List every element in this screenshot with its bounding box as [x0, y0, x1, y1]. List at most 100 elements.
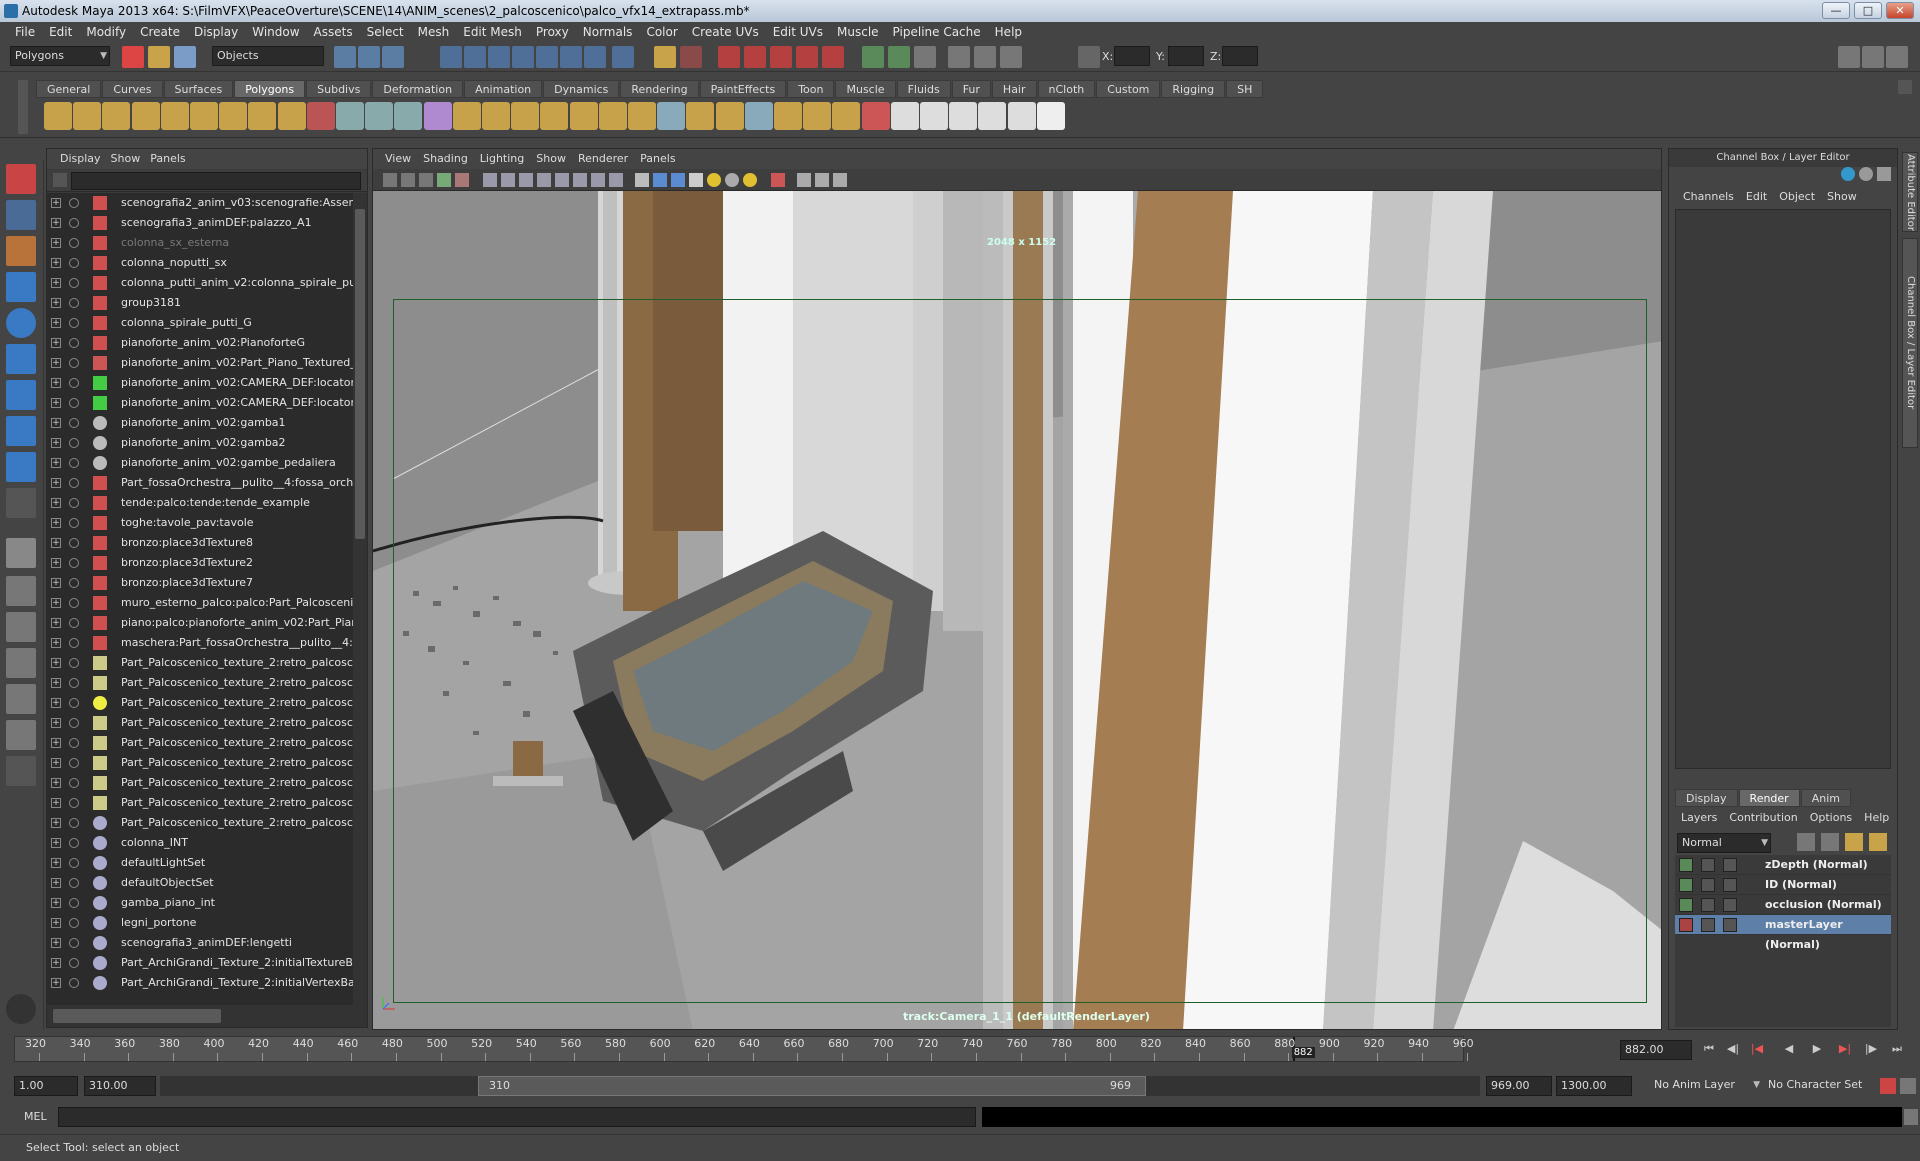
expand-toggle-icon[interactable]: + — [51, 758, 61, 768]
outliner-row[interactable]: + bronzo:place3dTexture7 — [47, 573, 353, 593]
sel-input-icon[interactable] — [862, 46, 884, 68]
soft-mod-tool-icon[interactable] — [6, 416, 36, 446]
shelf-tab-deformation[interactable]: Deformation — [372, 80, 464, 98]
expand-toggle-icon[interactable]: + — [51, 418, 61, 428]
expand-toggle-icon[interactable]: + — [51, 518, 61, 528]
input-ops-icon[interactable] — [680, 46, 702, 68]
camera-attributes-icon[interactable] — [401, 173, 415, 187]
expand-toggle-icon[interactable]: + — [51, 838, 61, 848]
expand-toggle-icon[interactable]: + — [51, 338, 61, 348]
menu-select[interactable]: Select — [360, 22, 411, 42]
transform-icon[interactable] — [974, 46, 996, 68]
visibility-dot-icon[interactable] — [69, 918, 79, 928]
open-scene-icon[interactable] — [148, 46, 170, 68]
share-icon[interactable] — [833, 173, 847, 187]
expand-toggle-icon[interactable]: + — [51, 458, 61, 468]
outliner-row[interactable]: + pianoforte_anim_v02:gamba2 — [47, 433, 353, 453]
extract-icon[interactable] — [394, 102, 423, 130]
poly-helix-icon[interactable] — [277, 102, 306, 130]
recycle-icon[interactable] — [1701, 878, 1715, 892]
outliner-row[interactable]: + group3181 — [47, 293, 353, 313]
menu-window[interactable]: Window — [245, 22, 306, 42]
outliner-row[interactable]: + Part_Palcoscenico_texture_2:retro_palco… — [47, 693, 353, 713]
outliner-menu-show[interactable]: Show — [106, 149, 146, 169]
expand-toggle-icon[interactable]: + — [51, 578, 61, 588]
separate-icon[interactable] — [365, 102, 394, 130]
safe-title-icon[interactable] — [609, 173, 623, 187]
use-all-lights-icon[interactable] — [707, 173, 721, 187]
menu-modify[interactable]: Modify — [79, 22, 133, 42]
xray-icon[interactable] — [797, 173, 811, 187]
save-scene-icon[interactable] — [174, 46, 196, 68]
outliner-row[interactable]: + Part_Palcoscenico_texture_2:retro_palco… — [47, 733, 353, 753]
hypershade-icon[interactable] — [822, 46, 844, 68]
persp-graph-layout-icon[interactable] — [6, 648, 36, 678]
resolution-gate-icon[interactable] — [537, 173, 551, 187]
visibility-dot-icon[interactable] — [69, 858, 79, 868]
shelf-tab-surfaces[interactable]: Surfaces — [163, 80, 234, 98]
offset-edge-loop-icon[interactable] — [598, 102, 627, 130]
help-icon[interactable] — [612, 46, 634, 68]
layer-menu-help[interactable]: Help — [1858, 809, 1895, 827]
select-component-icon[interactable] — [382, 46, 404, 68]
layout-icon[interactable] — [1000, 46, 1022, 68]
render-icon-icon[interactable] — [1036, 102, 1065, 130]
shelf-tab-muscle[interactable]: Muscle — [835, 80, 896, 98]
shelf-tab-sh[interactable]: SH — [1226, 80, 1264, 98]
smooth-icon[interactable] — [423, 102, 452, 130]
menu-edit-mesh[interactable]: Edit Mesh — [456, 22, 529, 42]
outliner-row[interactable]: + Part_Palcoscenico_texture_2:retro_palco… — [47, 713, 353, 733]
outliner-row[interactable]: + toghe:tavole_pav:tavole — [47, 513, 353, 533]
hscrollbar-thumb[interactable] — [53, 1009, 221, 1023]
shelf-tab-dynamics[interactable]: Dynamics — [543, 80, 620, 98]
image-plane-icon[interactable] — [437, 173, 451, 187]
persp-outliner-layout-icon[interactable] — [6, 612, 36, 642]
layer-menu-layers[interactable]: Layers — [1675, 809, 1723, 827]
boolean-icon[interactable] — [452, 102, 481, 130]
visibility-dot-icon[interactable] — [69, 938, 79, 948]
outliner-row[interactable]: + maschera:Part_fossaOrchestra__pulito__4… — [47, 633, 353, 653]
menu-mesh[interactable]: Mesh — [411, 22, 457, 42]
outliner-row[interactable]: + colonna_INT — [47, 833, 353, 853]
expand-toggle-icon[interactable]: + — [51, 378, 61, 388]
visibility-dot-icon[interactable] — [69, 978, 79, 988]
poly-torus-icon[interactable] — [190, 102, 218, 130]
outliner-row[interactable]: + pianoforte_anim_v02:Part_Piano_Textured… — [47, 353, 353, 373]
outliner-row[interactable]: + pianoforte_anim_v02:CAMERA_DEF:locator1 — [47, 373, 353, 393]
visibility-dot-icon[interactable] — [69, 198, 79, 208]
expand-toggle-icon[interactable]: + — [51, 498, 61, 508]
lock-icon[interactable] — [654, 46, 676, 68]
render-settings-icon[interactable] — [1723, 858, 1737, 872]
outliner-row[interactable]: + colonna_spirale_putti_G — [47, 313, 353, 333]
layer-menu-options[interactable]: Options — [1804, 809, 1858, 827]
channel-box-toggle-icon[interactable] — [1886, 46, 1908, 68]
outliner-row[interactable]: + Part_ArchiGrandi_Texture_2:initialVerte… — [47, 973, 353, 993]
render-settings-icon[interactable] — [796, 46, 818, 68]
layer-down-icon[interactable] — [1869, 833, 1887, 851]
outliner-row[interactable]: + bronzo:place3dTexture8 — [47, 533, 353, 553]
auto-key-icon[interactable] — [1880, 1078, 1896, 1094]
outliner-search-input[interactable] — [71, 172, 361, 190]
y-field[interactable] — [1168, 46, 1204, 66]
sculpt-icon[interactable] — [861, 102, 890, 130]
render-current-icon[interactable] — [744, 46, 766, 68]
construction-history-icon[interactable] — [718, 46, 740, 68]
menu-proxy[interactable]: Proxy — [529, 22, 576, 42]
isolate-select-icon[interactable] — [771, 173, 785, 187]
wireframe-icon[interactable] — [483, 173, 497, 187]
scene-render[interactable]: 2048 x 1152 track:Camera_1_1 (defaultRen… — [373, 191, 1661, 1029]
expand-toggle-icon[interactable]: + — [51, 438, 61, 448]
channel-menu-edit[interactable]: Edit — [1740, 187, 1773, 207]
poly-plane-icon[interactable] — [160, 102, 189, 130]
viewport-menu-shading[interactable]: Shading — [417, 149, 474, 169]
layer-tab-display[interactable]: Display — [1675, 789, 1738, 807]
x-field[interactable] — [1114, 46, 1150, 66]
perspective-viewport[interactable]: View Shading Lighting Show Renderer Panels — [372, 148, 1662, 1030]
filter-icon[interactable] — [53, 173, 67, 187]
step-forward-button[interactable]: |▶ — [1862, 1042, 1880, 1058]
outliner-row[interactable]: + muro_esterno_palco:palco:Part_Palcoscen… — [47, 593, 353, 613]
expand-toggle-icon[interactable]: + — [51, 358, 61, 368]
attribute-editor-tab[interactable]: Attribute Editor — [1902, 152, 1918, 232]
shelf-tab-subdivs[interactable]: Subdivs — [306, 80, 372, 98]
play-backwards-button[interactable]: ◀ — [1780, 1042, 1798, 1058]
